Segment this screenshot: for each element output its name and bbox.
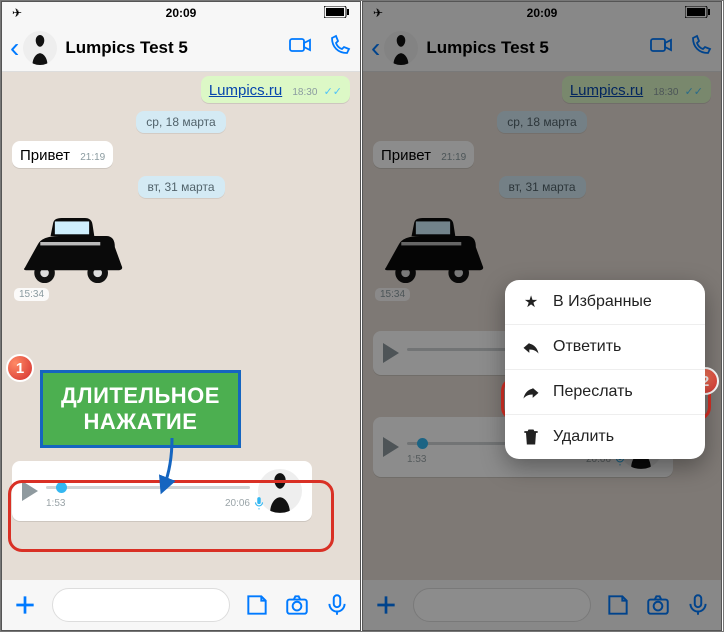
message-time: 18:30 xyxy=(653,87,678,98)
status-bar: ✈ 20:09 xyxy=(2,2,360,24)
contact-avatar[interactable] xyxy=(23,31,57,65)
sticker-message[interactable] xyxy=(373,206,493,286)
camera-button[interactable] xyxy=(284,592,310,618)
status-time: 20:09 xyxy=(2,6,360,20)
status-time: 20:09 xyxy=(363,6,721,20)
video-call-button[interactable] xyxy=(288,33,312,62)
date-separator: ср, 18 марта xyxy=(497,111,586,133)
message-text: Привет xyxy=(20,147,70,164)
play-icon[interactable] xyxy=(383,343,399,363)
forward-icon xyxy=(521,382,541,402)
message-outgoing[interactable]: Lumpics.ru 18:30 ✓✓ xyxy=(562,76,711,103)
chat-input-bar xyxy=(363,580,721,630)
message-text: Привет xyxy=(381,147,431,164)
voice-duration: 1:53 xyxy=(407,454,426,465)
date-separator: вт, 31 марта xyxy=(499,176,586,198)
menu-item-forward[interactable]: Переслать xyxy=(505,370,705,415)
attach-button[interactable] xyxy=(373,592,399,618)
date-separator: ср, 18 марта xyxy=(136,111,225,133)
chat-header: ‹ Lumpics Test 5 xyxy=(363,24,721,72)
microphone-button[interactable] xyxy=(324,592,350,618)
message-time: 21:19 xyxy=(80,152,105,163)
attach-button[interactable] xyxy=(12,592,38,618)
sticker-button[interactable] xyxy=(244,592,270,618)
chat-input-bar xyxy=(2,580,360,630)
read-receipt-icon: ✓✓ xyxy=(685,86,703,98)
video-call-button[interactable] xyxy=(649,33,673,62)
voice-call-button[interactable] xyxy=(689,33,713,62)
message-input[interactable] xyxy=(413,588,591,622)
trash-icon xyxy=(521,427,541,447)
menu-label: В Избранные xyxy=(553,293,652,311)
screenshot-step-1: ✈ 20:09 ‹ Lumpics Test 5 Lumpics.ru 18:3… xyxy=(1,1,361,631)
contact-name[interactable]: Lumpics Test 5 xyxy=(65,38,288,58)
message-time: 21:19 xyxy=(441,152,466,163)
menu-label: Ответить xyxy=(553,338,621,356)
message-time: 15:34 xyxy=(375,288,410,301)
message-outgoing[interactable]: Lumpics.ru 18:30 ✓✓ xyxy=(201,76,350,103)
message-time: 18:30 xyxy=(292,87,317,98)
menu-item-star[interactable]: ★ В Избранные xyxy=(505,280,705,325)
play-icon[interactable] xyxy=(383,437,399,457)
microphone-button[interactable] xyxy=(685,592,711,618)
menu-label: Переслать xyxy=(553,383,633,401)
date-separator: вт, 31 марта xyxy=(138,176,225,198)
message-input[interactable] xyxy=(52,588,230,622)
menu-item-reply[interactable]: Ответить xyxy=(505,325,705,370)
menu-item-delete[interactable]: Удалить xyxy=(505,415,705,459)
contact-name[interactable]: Lumpics Test 5 xyxy=(426,38,649,58)
camera-button[interactable] xyxy=(645,592,671,618)
reply-icon xyxy=(521,337,541,357)
message-time: 15:34 xyxy=(14,288,49,301)
menu-label: Удалить xyxy=(553,428,614,446)
chat-header: ‹ Lumpics Test 5 xyxy=(2,24,360,72)
sticker-message[interactable] xyxy=(12,206,132,286)
star-icon: ★ xyxy=(521,292,541,312)
read-receipt-icon: ✓✓ xyxy=(324,86,342,98)
status-bar: ✈ 20:09 xyxy=(363,2,721,24)
annotation-badge-1: 1 xyxy=(6,354,34,382)
message-incoming[interactable]: Привет 21:19 xyxy=(12,141,113,168)
voice-call-button[interactable] xyxy=(328,33,352,62)
message-incoming[interactable]: Привет 21:19 xyxy=(373,141,474,168)
contact-avatar[interactable] xyxy=(384,31,418,65)
annotation-callout: ДЛИТЕЛЬНОЕНАЖАТИЕ xyxy=(40,370,241,448)
screenshot-step-2: ✈ 20:09 ‹ Lumpics Test 5 Lumpics.ru 18:3… xyxy=(362,1,722,631)
sticker-button[interactable] xyxy=(605,592,631,618)
annotation-arrow-icon xyxy=(152,436,192,496)
back-button[interactable]: ‹ xyxy=(371,32,380,64)
link-text[interactable]: Lumpics.ru xyxy=(570,82,643,99)
context-menu: ★ В Избранные Ответить Переслать Удалить xyxy=(505,280,705,459)
link-text[interactable]: Lumpics.ru xyxy=(209,82,282,99)
back-button[interactable]: ‹ xyxy=(10,32,19,64)
